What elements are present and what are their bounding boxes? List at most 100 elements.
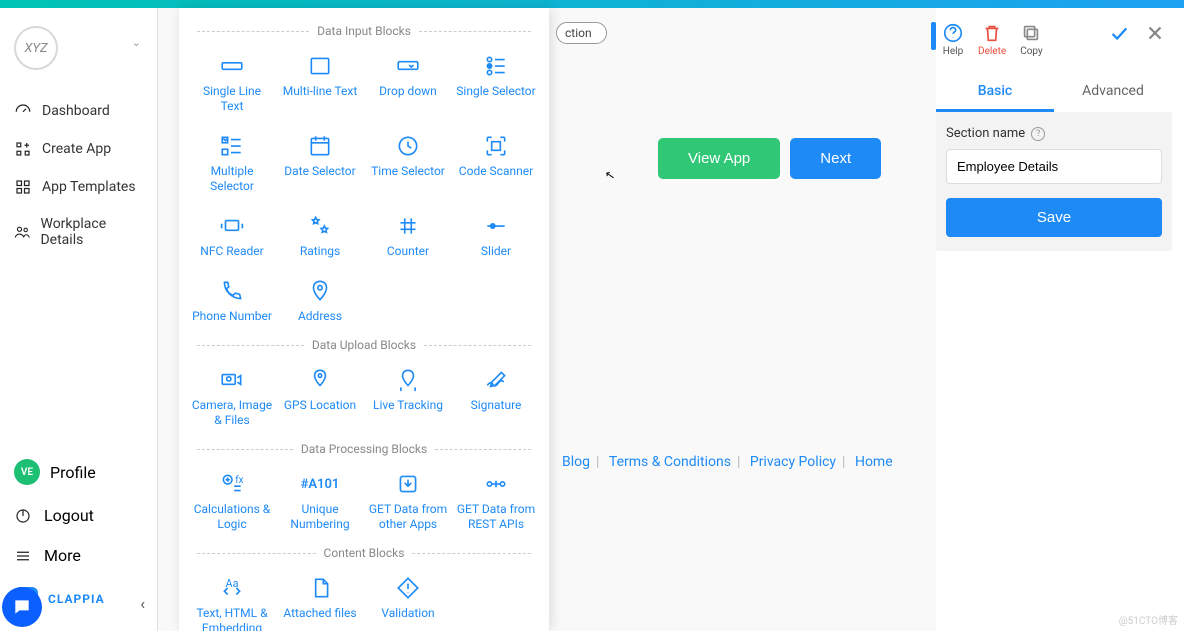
nav-templates[interactable]: App Templates xyxy=(0,168,157,206)
group-title: Data Input Blocks xyxy=(189,24,539,38)
block-ratings[interactable]: Ratings xyxy=(277,206,363,265)
footer-links: Blog| Terms & Conditions| Privacy Policy… xyxy=(556,454,899,470)
block-label: Multiple Selector xyxy=(191,164,273,194)
templates-icon xyxy=(14,178,32,196)
block-label: Date Selector xyxy=(284,164,355,179)
block-label: Validation xyxy=(381,606,434,621)
profile-label: Profile xyxy=(50,463,96,482)
copy-button[interactable]: Copy xyxy=(1020,22,1043,57)
block-get-other-apps[interactable]: GET Data from other Apps xyxy=(365,464,451,538)
canvas: Data Input Blocks Single Line Text Multi… xyxy=(158,8,936,631)
plus-grid-icon xyxy=(14,140,32,158)
block-single-selector[interactable]: Single Selector xyxy=(453,46,539,120)
block-label: GET Data from REST APIs xyxy=(455,502,537,532)
tab-advanced[interactable]: Advanced xyxy=(1054,73,1172,112)
properties-panel: Help Delete Copy Basic Advanced Section … xyxy=(936,8,1172,631)
nav-label: Dashboard xyxy=(42,103,110,119)
footer-terms[interactable]: Terms & Conditions xyxy=(603,454,737,470)
logout-link[interactable]: Logout xyxy=(0,500,157,531)
delete-button[interactable]: Delete xyxy=(978,22,1006,57)
group-title: Data Upload Blocks xyxy=(189,338,539,352)
block-counter[interactable]: Counter xyxy=(365,206,451,265)
section-name-input[interactable] xyxy=(946,149,1162,184)
nav-dashboard[interactable]: Dashboard xyxy=(0,92,157,130)
block-single-line-text[interactable]: Single Line Text xyxy=(189,46,275,120)
block-label: Counter xyxy=(387,244,429,259)
block-dropdown[interactable]: Drop down xyxy=(365,46,451,120)
block-label: Signature xyxy=(471,398,522,413)
logout-label: Logout xyxy=(44,506,94,525)
pill-label: ction xyxy=(565,26,592,40)
block-unique-numbering[interactable]: #A101Unique Numbering xyxy=(277,464,363,538)
group-title: Content Blocks xyxy=(189,546,539,560)
block-address[interactable]: Address xyxy=(277,271,363,330)
footer-privacy[interactable]: Privacy Policy xyxy=(744,454,842,470)
chat-widget[interactable] xyxy=(2,587,42,627)
avatar: VE xyxy=(14,459,40,485)
close-icon[interactable] xyxy=(1144,22,1166,48)
save-button[interactable]: Save xyxy=(946,198,1162,237)
confirm-icon[interactable] xyxy=(1108,22,1130,48)
section-name-label: Section name xyxy=(946,126,1025,141)
block-date-selector[interactable]: Date Selector xyxy=(277,126,363,200)
nav-label: Create App xyxy=(42,141,111,157)
block-nfc-reader[interactable]: NFC Reader xyxy=(189,206,275,265)
block-time-selector[interactable]: Time Selector xyxy=(365,126,451,200)
block-validation[interactable]: Validation xyxy=(365,568,451,631)
block-slider[interactable]: Slider xyxy=(453,206,539,265)
block-label: Slider xyxy=(481,244,511,259)
block-label: NFC Reader xyxy=(200,244,263,259)
copy-label: Copy xyxy=(1020,46,1043,57)
block-get-rest-api[interactable]: GET Data from REST APIs xyxy=(453,464,539,538)
block-calculations[interactable]: fxCalculations & Logic xyxy=(189,464,275,538)
group-title: Data Processing Blocks xyxy=(189,442,539,456)
block-signature[interactable]: Signature xyxy=(453,360,539,434)
block-label: Time Selector xyxy=(371,164,445,179)
nav-workplace[interactable]: Workplace Details xyxy=(0,206,157,258)
section-pill[interactable]: ction xyxy=(556,22,607,44)
watermark: @51CTO博客 xyxy=(1119,612,1178,627)
chevron-down-icon[interactable]: ⌄ xyxy=(132,36,141,49)
svg-text:fx: fx xyxy=(235,475,243,486)
more-label: More xyxy=(44,546,81,565)
collapse-sidebar-icon[interactable]: ‹ xyxy=(140,594,145,613)
block-label: Drop down xyxy=(379,84,437,99)
block-label: Single Selector xyxy=(456,84,535,99)
block-multiple-selector[interactable]: Multiple Selector xyxy=(189,126,275,200)
block-code-scanner[interactable]: Code Scanner xyxy=(453,126,539,200)
block-label: Attached files xyxy=(283,606,356,621)
sidebar: XYZ ⌄ Dashboard Create App App Templates… xyxy=(0,8,158,631)
block-label: GET Data from other Apps xyxy=(367,502,449,532)
block-label: Unique Numbering xyxy=(279,502,361,532)
help-button[interactable]: Help xyxy=(942,22,964,57)
help-hint-icon[interactable]: ? xyxy=(1031,127,1045,141)
block-camera-files[interactable]: Camera, Image & Files xyxy=(189,360,275,434)
block-label: GPS Location xyxy=(284,398,356,413)
block-label: Single Line Text xyxy=(191,84,273,114)
gauge-icon xyxy=(14,102,32,120)
block-label: Multi-line Text xyxy=(283,84,358,99)
org-logo[interactable]: XYZ xyxy=(14,26,58,70)
block-gps-location[interactable]: GPS Location xyxy=(277,360,363,434)
view-app-button[interactable]: View App xyxy=(658,138,780,179)
nav-create-app[interactable]: Create App xyxy=(0,130,157,168)
footer-home[interactable]: Home xyxy=(849,454,899,470)
profile-link[interactable]: VE Profile xyxy=(0,453,157,491)
menu-icon xyxy=(14,547,32,565)
cursor-icon: ↖ xyxy=(604,167,616,183)
footer-blog[interactable]: Blog xyxy=(556,454,596,470)
block-label: Phone Number xyxy=(192,309,272,324)
block-label: Code Scanner xyxy=(459,164,533,179)
block-attached-files[interactable]: Attached files xyxy=(277,568,363,631)
tab-basic[interactable]: Basic xyxy=(936,73,1054,112)
nav-label: Workplace Details xyxy=(40,216,143,248)
blocks-panel: Data Input Blocks Single Line Text Multi… xyxy=(179,8,549,631)
block-live-tracking[interactable]: Live Tracking xyxy=(365,360,451,434)
block-label: Camera, Image & Files xyxy=(191,398,273,428)
block-text-html[interactable]: AaText, HTML & Embedding xyxy=(189,568,275,631)
block-multiline-text[interactable]: Multi-line Text xyxy=(277,46,363,120)
more-link[interactable]: More xyxy=(0,540,157,571)
block-phone-number[interactable]: Phone Number xyxy=(189,271,275,330)
next-button[interactable]: Next xyxy=(790,138,881,179)
block-label: Live Tracking xyxy=(373,398,443,413)
